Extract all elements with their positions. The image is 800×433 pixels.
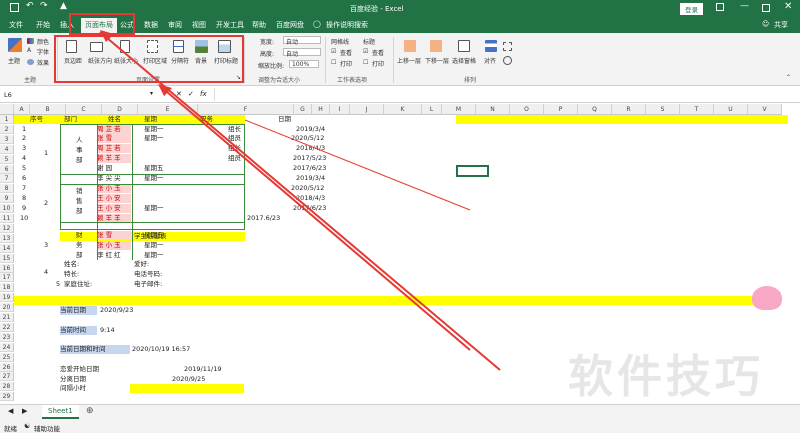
sheet-nav-prev-icon[interactable]: ◀ <box>8 407 13 415</box>
accessibility-icon: ☯ <box>24 422 31 430</box>
watermark: 软件技巧 <box>568 350 765 403</box>
arrow-line-2 <box>159 85 471 351</box>
arrow-line-1 <box>99 31 501 371</box>
add-sheet-icon[interactable]: ⊕ <box>86 406 94 416</box>
status-area: ◀ ▶ Sheet1 ⊕ 就绪 ☯ 辅助功能 <box>0 404 800 433</box>
mascot-image <box>752 286 782 310</box>
arrow-line-3 <box>244 119 471 211</box>
status-ready: 就绪 <box>4 425 17 433</box>
status-accessibility[interactable]: 辅助功能 <box>34 423 60 433</box>
arrow-head-1 <box>100 30 114 42</box>
sheet-tab-sheet1[interactable]: Sheet1 <box>42 405 79 419</box>
sheet-nav-next-icon[interactable]: ▶ <box>22 407 27 415</box>
